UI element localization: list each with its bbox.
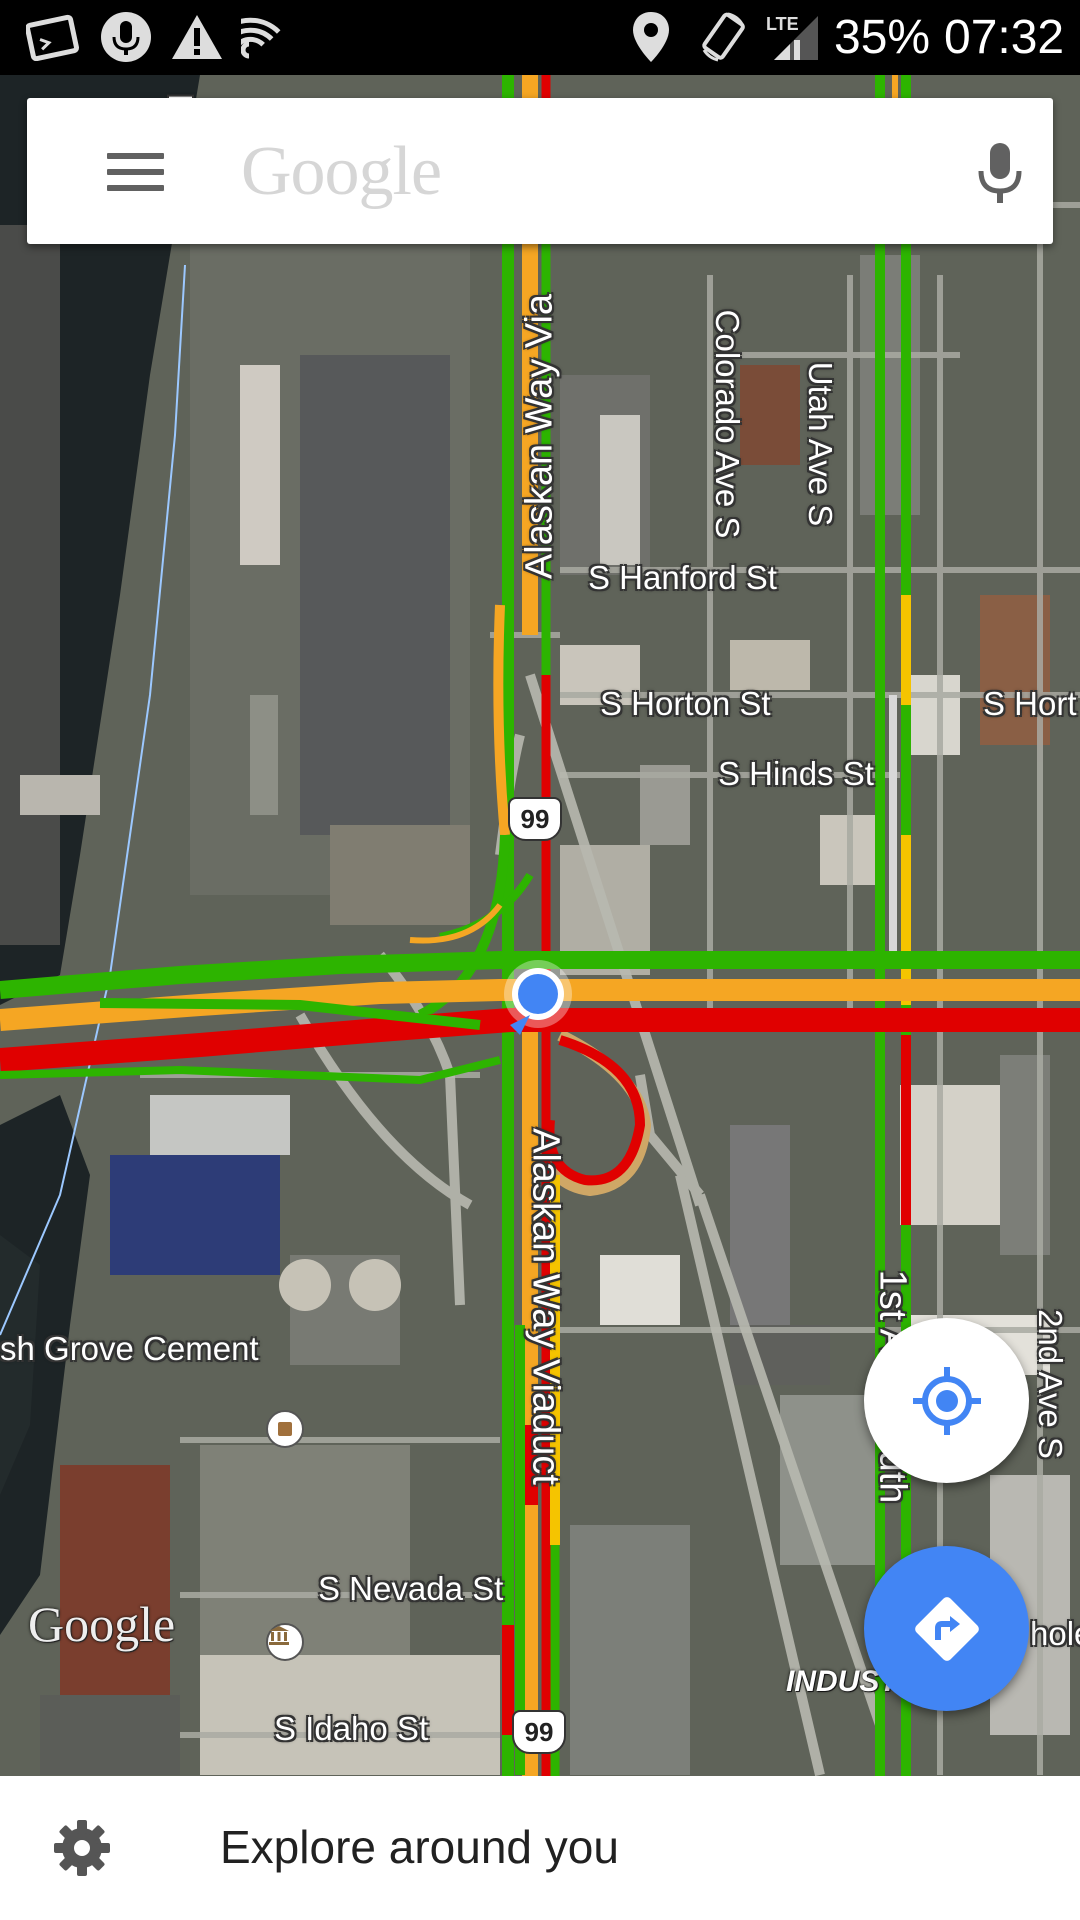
route-shield: 99 (508, 797, 562, 841)
street-label: S Hanford St (588, 559, 777, 596)
poi-label: sh Grove Cement (0, 1330, 259, 1367)
street-label: Alaskan Way Via (518, 293, 561, 580)
street-label: S Horton St (600, 685, 771, 722)
map-watermark: Google (28, 1596, 176, 1652)
location-pin-icon (628, 10, 674, 64)
microphone-icon (978, 143, 1022, 203)
hamburger-menu-icon (106, 153, 164, 159)
settings-gear-icon (54, 1820, 110, 1876)
cast-icon (240, 10, 296, 64)
street-label: hole (1030, 1615, 1080, 1652)
warning-icon (168, 10, 226, 64)
explore-label: Explore around you (220, 1821, 619, 1873)
screen-rotation-icon (698, 10, 748, 64)
signal-icon: LTE (762, 10, 822, 64)
menu-button[interactable] (79, 136, 191, 208)
my-location-icon (912, 1366, 981, 1435)
street-label: 2nd Ave S (1032, 1309, 1069, 1459)
microphone-icon (98, 10, 154, 64)
street-label: Colorado Ave S (709, 309, 746, 539)
terminal-icon (22, 10, 84, 64)
street-label: S Nevada St (318, 1570, 504, 1607)
street-label: S Idaho St (274, 1710, 429, 1747)
street-label: Alaskan Way Viaduct (524, 1128, 567, 1485)
status-bar: LTE 35% 07:32 (0, 0, 1080, 75)
clock: 07:32 (944, 11, 1065, 64)
search-input[interactable]: Google (241, 132, 442, 212)
explore-bar[interactable]: Explore around you (0, 1776, 1080, 1920)
directions-button[interactable] (864, 1546, 1029, 1711)
street-label: Utah Ave S (802, 361, 839, 527)
street-label: S Hinds St (718, 755, 874, 792)
my-location-button[interactable] (864, 1318, 1029, 1483)
directions-icon (914, 1596, 979, 1661)
street-label: S Hort (983, 685, 1077, 722)
my-location-dot (518, 974, 558, 1014)
search-bar[interactable]: Google (27, 98, 1053, 244)
map-view[interactable]: Alaskan Way Via Alaskan Way Viaduct Colo… (0, 75, 1080, 1776)
poi-marker-icon[interactable] (266, 1410, 304, 1448)
voice-search-button[interactable] (957, 130, 1043, 216)
route-shield: 99 (512, 1710, 566, 1754)
museum-icon[interactable] (266, 1623, 304, 1661)
battery-percent: 35% (834, 11, 931, 64)
